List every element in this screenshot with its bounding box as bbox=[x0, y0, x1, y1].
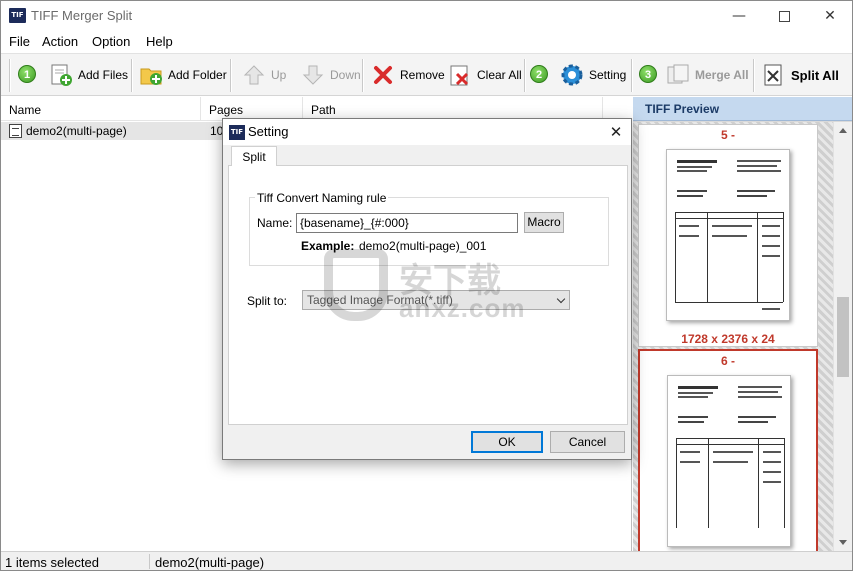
status-file: demo2(multi-page) bbox=[155, 555, 265, 570]
naming-rule-group-title: Tiff Convert Naming rule bbox=[255, 191, 389, 205]
toolbar-separator bbox=[230, 59, 232, 92]
merge-all-label: Merge All bbox=[695, 68, 749, 82]
example-value: demo2(multi-page)_001 bbox=[359, 239, 487, 253]
add-files-icon bbox=[49, 63, 73, 87]
scrollbar-thumb[interactable] bbox=[837, 297, 849, 377]
remove-button[interactable]: Remove bbox=[371, 58, 445, 92]
toolbar-separator bbox=[753, 59, 755, 92]
split-to-label: Split to: bbox=[247, 294, 288, 308]
remove-label: Remove bbox=[400, 68, 445, 82]
toolbar-separator bbox=[524, 59, 526, 92]
tiff-file-icon bbox=[9, 124, 22, 138]
name-label: Name: bbox=[257, 216, 293, 230]
app-window: TIF TIFF Merger Split — ✕ File Action Op… bbox=[0, 0, 853, 571]
split-all-label: Split All bbox=[791, 67, 839, 83]
up-button[interactable]: Up bbox=[242, 58, 286, 92]
step-2-badge: 2 bbox=[530, 65, 548, 83]
clear-all-label: Clear All bbox=[477, 68, 522, 82]
preview-thumbnails[interactable]: 5 - 1728 x 2376 x 24 6 - bbox=[633, 122, 833, 551]
up-label: Up bbox=[271, 68, 287, 82]
tab-split[interactable]: Split bbox=[231, 146, 277, 166]
add-files-button[interactable]: Add Files bbox=[49, 58, 128, 92]
status-separator bbox=[149, 554, 150, 569]
title-bar: TIF TIFF Merger Split — ✕ bbox=[1, 1, 852, 31]
row-name: demo2(multi-page) bbox=[26, 124, 127, 138]
cancel-button[interactable]: Cancel bbox=[550, 431, 625, 453]
split-format-value: Tagged Image Format(*.tiff) bbox=[307, 293, 453, 307]
step-1-badge: 1 bbox=[18, 65, 36, 83]
clear-all-icon bbox=[448, 63, 472, 87]
dialog-title: Setting bbox=[248, 124, 289, 139]
example-label: Example: bbox=[301, 239, 355, 253]
thumb-dimensions: 1728 x 2376 x 24 bbox=[681, 332, 775, 346]
document-page-image bbox=[666, 149, 790, 321]
menu-bar: File Action Option Help bbox=[1, 31, 852, 53]
gear-icon bbox=[560, 63, 584, 87]
split-icon bbox=[762, 63, 786, 87]
setting-label: Setting bbox=[589, 68, 627, 82]
split-format-select[interactable]: Tagged Image Format(*.tiff) bbox=[302, 290, 570, 310]
ok-button[interactable]: OK bbox=[471, 431, 543, 453]
down-label: Down bbox=[330, 68, 361, 82]
add-folder-label: Add Folder bbox=[168, 68, 227, 82]
dialog-title-bar: TIF Setting ✕ bbox=[223, 119, 631, 145]
menu-action[interactable]: Action bbox=[42, 34, 78, 49]
add-folder-icon bbox=[139, 63, 163, 87]
status-bar: 1 items selected demo2(multi-page) bbox=[1, 551, 852, 570]
thumb-number: 5 - bbox=[720, 128, 735, 142]
add-folder-button[interactable]: Add Folder bbox=[139, 58, 227, 92]
app-icon: TIF bbox=[9, 8, 26, 23]
preview-scrollbar[interactable] bbox=[833, 122, 852, 551]
toolbar-separator bbox=[631, 59, 633, 92]
macro-button[interactable]: Macro bbox=[524, 212, 564, 233]
scroll-down-icon[interactable] bbox=[839, 540, 847, 545]
step-3-badge: 3 bbox=[639, 65, 657, 83]
status-selected: 1 items selected bbox=[5, 555, 99, 570]
remove-x-icon bbox=[371, 63, 395, 87]
column-name[interactable]: Name bbox=[1, 97, 201, 121]
setting-dialog: TIF Setting ✕ Split Tiff Convert Naming … bbox=[222, 118, 632, 460]
merge-icon bbox=[666, 63, 690, 87]
dialog-app-icon: TIF bbox=[229, 125, 245, 140]
clear-all-button[interactable]: Clear All bbox=[448, 58, 522, 92]
toolbar-separator bbox=[362, 59, 364, 92]
menu-option[interactable]: Option bbox=[92, 34, 130, 49]
preview-thumb-selected[interactable]: 6 - bbox=[638, 349, 818, 551]
arrow-up-icon bbox=[242, 63, 266, 87]
document-page-image bbox=[667, 375, 791, 547]
add-files-label: Add Files bbox=[78, 68, 129, 82]
thumb-number: 6 - bbox=[720, 354, 735, 368]
down-button[interactable]: Down bbox=[301, 58, 361, 92]
toolbar: 1 Add Files Add Folder Up Down Remove Cl… bbox=[1, 53, 852, 96]
chevron-down-icon bbox=[556, 294, 566, 304]
window-title: TIFF Merger Split bbox=[31, 8, 133, 23]
close-window-button[interactable]: ✕ bbox=[807, 1, 853, 31]
split-all-button[interactable]: Split All bbox=[762, 58, 839, 92]
preview-title: TIFF Preview bbox=[633, 97, 852, 121]
toolbar-separator bbox=[131, 59, 133, 92]
menu-file[interactable]: File bbox=[9, 34, 30, 49]
preview-thumb[interactable]: 5 - 1728 x 2376 x 24 bbox=[638, 124, 818, 347]
merge-all-button[interactable]: Merge All bbox=[666, 58, 749, 92]
arrow-down-icon bbox=[301, 63, 325, 87]
maximize-button[interactable] bbox=[761, 1, 807, 31]
menu-help[interactable]: Help bbox=[146, 34, 173, 49]
setting-button[interactable]: Setting bbox=[560, 58, 626, 92]
dialog-close-button[interactable]: ✕ bbox=[605, 121, 627, 143]
minimize-button[interactable]: — bbox=[716, 1, 762, 31]
maximize-icon bbox=[778, 10, 790, 22]
tiff-preview-pane: TIFF Preview 5 - 1728 x 2376 x 24 6 - bbox=[633, 97, 852, 551]
scroll-up-icon[interactable] bbox=[839, 128, 847, 133]
name-pattern-input[interactable] bbox=[296, 213, 518, 233]
toolbar-separator bbox=[9, 59, 11, 92]
